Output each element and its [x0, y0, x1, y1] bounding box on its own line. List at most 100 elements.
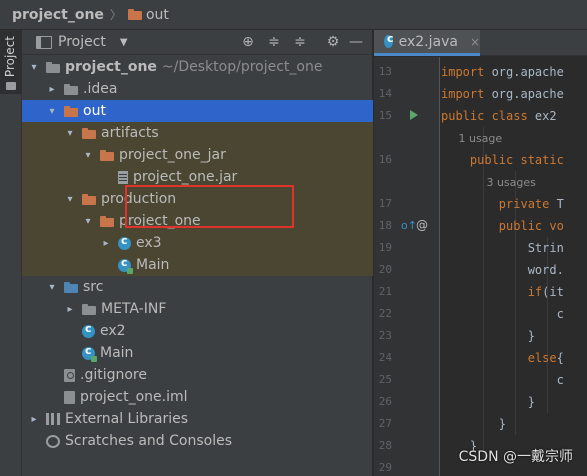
tree-item-label: External Libraries: [65, 411, 188, 427]
project-panel-icon: [6, 82, 16, 90]
chevron-down-icon[interactable]: ▾: [82, 216, 94, 227]
tree-item-project-root[interactable]: ▾ project_one ~/Desktop/project_one: [22, 56, 373, 78]
line-number: 17: [378, 197, 392, 210]
library-icon: [46, 413, 60, 425]
chevron-right-icon[interactable]: ▸: [46, 84, 58, 95]
tree-item-label: project_one: [65, 59, 157, 75]
line-number: 27: [378, 417, 392, 430]
close-icon[interactable]: ×: [470, 35, 480, 49]
gutter-line: 20: [374, 259, 440, 281]
hide-panel-icon[interactable]: —: [348, 34, 364, 50]
code-line[interactable]: public static: [441, 149, 587, 171]
tree-item-ex3[interactable]: ▸ ex3: [22, 232, 373, 254]
chevron-right-icon[interactable]: ▸: [64, 304, 76, 315]
override-icon[interactable]: o↑: [401, 219, 417, 232]
annotation-icon: @: [416, 218, 428, 232]
collapse-all-icon[interactable]: ≑: [292, 34, 308, 50]
line-number: 29: [378, 461, 392, 474]
tree-item-out[interactable]: ▾ out: [22, 100, 373, 122]
folder-icon: [64, 105, 78, 117]
chevron-down-icon[interactable]: ▾: [46, 106, 58, 117]
tree-item-label: out: [83, 103, 106, 119]
code-line[interactable]: if(it: [441, 281, 587, 303]
gutter-line: 13: [374, 61, 440, 83]
tree-item-main-src[interactable]: Main: [22, 342, 373, 364]
tree-item-label: Main: [136, 257, 170, 273]
tree-item-external-libraries[interactable]: ▸ External Libraries: [22, 408, 373, 430]
chevron-down-icon[interactable]: ▾: [46, 282, 58, 293]
java-class-icon: [118, 234, 131, 250]
code-token: if: [527, 285, 543, 299]
annotation-highlight-box: [125, 185, 294, 228]
tree-item-gitignore[interactable]: .gitignore: [22, 364, 373, 386]
code-line[interactable]: public vo: [441, 215, 587, 237]
tree-item-scratches[interactable]: Scratches and Consoles: [22, 430, 373, 452]
tree-item-idea[interactable]: ▸ .idea: [22, 78, 373, 100]
folder-icon: [82, 303, 96, 315]
gutter-line: 22: [374, 303, 440, 325]
code-token: (it: [542, 285, 564, 299]
code-line[interactable]: word.: [441, 259, 587, 281]
chevron-right-icon[interactable]: ▸: [28, 414, 40, 425]
usage-hint: 3 usages: [441, 176, 536, 189]
code-line[interactable]: }: [441, 325, 587, 347]
code-line[interactable]: Strin: [441, 237, 587, 259]
tree-item-meta-inf[interactable]: ▸ META-INF: [22, 298, 373, 320]
line-number: 28: [378, 439, 392, 452]
gutter-line: 24: [374, 347, 440, 369]
tree-item-src[interactable]: ▾ src: [22, 276, 373, 298]
code-line[interactable]: }: [441, 391, 587, 413]
gutter-line: 18 o↑ @: [374, 215, 440, 237]
gear-icon[interactable]: ⚙: [325, 34, 341, 50]
project-view-selector[interactable]: Project: [58, 34, 106, 50]
code-line[interactable]: private T: [441, 193, 587, 215]
chevron-down-icon[interactable]: ▾: [82, 150, 94, 161]
breadcrumb-project[interactable]: project_one: [12, 7, 104, 23]
folder-icon: [127, 9, 142, 20]
code-area[interactable]: import org.apache import org.apache public…: [441, 57, 587, 476]
chevron-down-icon[interactable]: ▾: [64, 194, 76, 205]
line-number: 21: [378, 285, 392, 298]
tree-item-project-one-jar-folder[interactable]: ▾ project_one_jar: [22, 144, 373, 166]
code-token: c: [441, 373, 564, 387]
line-number: 24: [378, 351, 392, 364]
tree-item-label: artifacts: [101, 125, 159, 141]
chevron-right-icon[interactable]: ▸: [100, 238, 112, 249]
tree-item-label: src: [83, 279, 104, 295]
tab-ex2-java[interactable]: ex2.java ×: [374, 30, 480, 56]
breadcrumb-folder[interactable]: out: [146, 7, 169, 23]
chevron-down-icon[interactable]: ▾: [64, 128, 76, 139]
run-icon[interactable]: [410, 110, 418, 120]
gitignore-file-icon: [64, 368, 75, 382]
code-line[interactable]: 1 usage: [441, 127, 587, 149]
chevron-down-icon[interactable]: ▾: [28, 62, 40, 73]
code-line[interactable]: c: [441, 369, 587, 391]
code-line[interactable]: import org.apache: [441, 61, 587, 83]
tree-item-main-out[interactable]: Main: [22, 254, 373, 276]
project-tool-tab-label: Project: [3, 36, 17, 78]
gutter-line: 19: [374, 237, 440, 259]
gutter-line: 27: [374, 413, 440, 435]
code-line[interactable]: }: [441, 413, 587, 435]
expand-all-icon[interactable]: ≑: [266, 34, 282, 50]
project-tool-tab[interactable]: Project: [0, 30, 22, 94]
code-line[interactable]: import org.apache: [441, 83, 587, 105]
tree-item-iml[interactable]: project_one.iml: [22, 386, 373, 408]
folder-icon: [100, 215, 114, 227]
code-line[interactable]: 3 usages: [441, 171, 587, 193]
code-token: org.apache: [491, 65, 564, 79]
code-line[interactable]: c: [441, 303, 587, 325]
code-token: }: [441, 395, 535, 409]
gutter-line: 17: [374, 193, 440, 215]
tree-item-artifacts[interactable]: ▾ artifacts: [22, 122, 373, 144]
chevron-down-icon[interactable]: ▼: [120, 37, 128, 48]
tree-item-ex2[interactable]: ex2: [22, 320, 373, 342]
code-line[interactable]: public class ex2: [441, 105, 587, 127]
code-line[interactable]: else{: [441, 347, 587, 369]
locate-file-icon[interactable]: ⊕: [240, 34, 256, 50]
code-token: }: [441, 417, 507, 431]
java-class-icon: [384, 32, 393, 48]
